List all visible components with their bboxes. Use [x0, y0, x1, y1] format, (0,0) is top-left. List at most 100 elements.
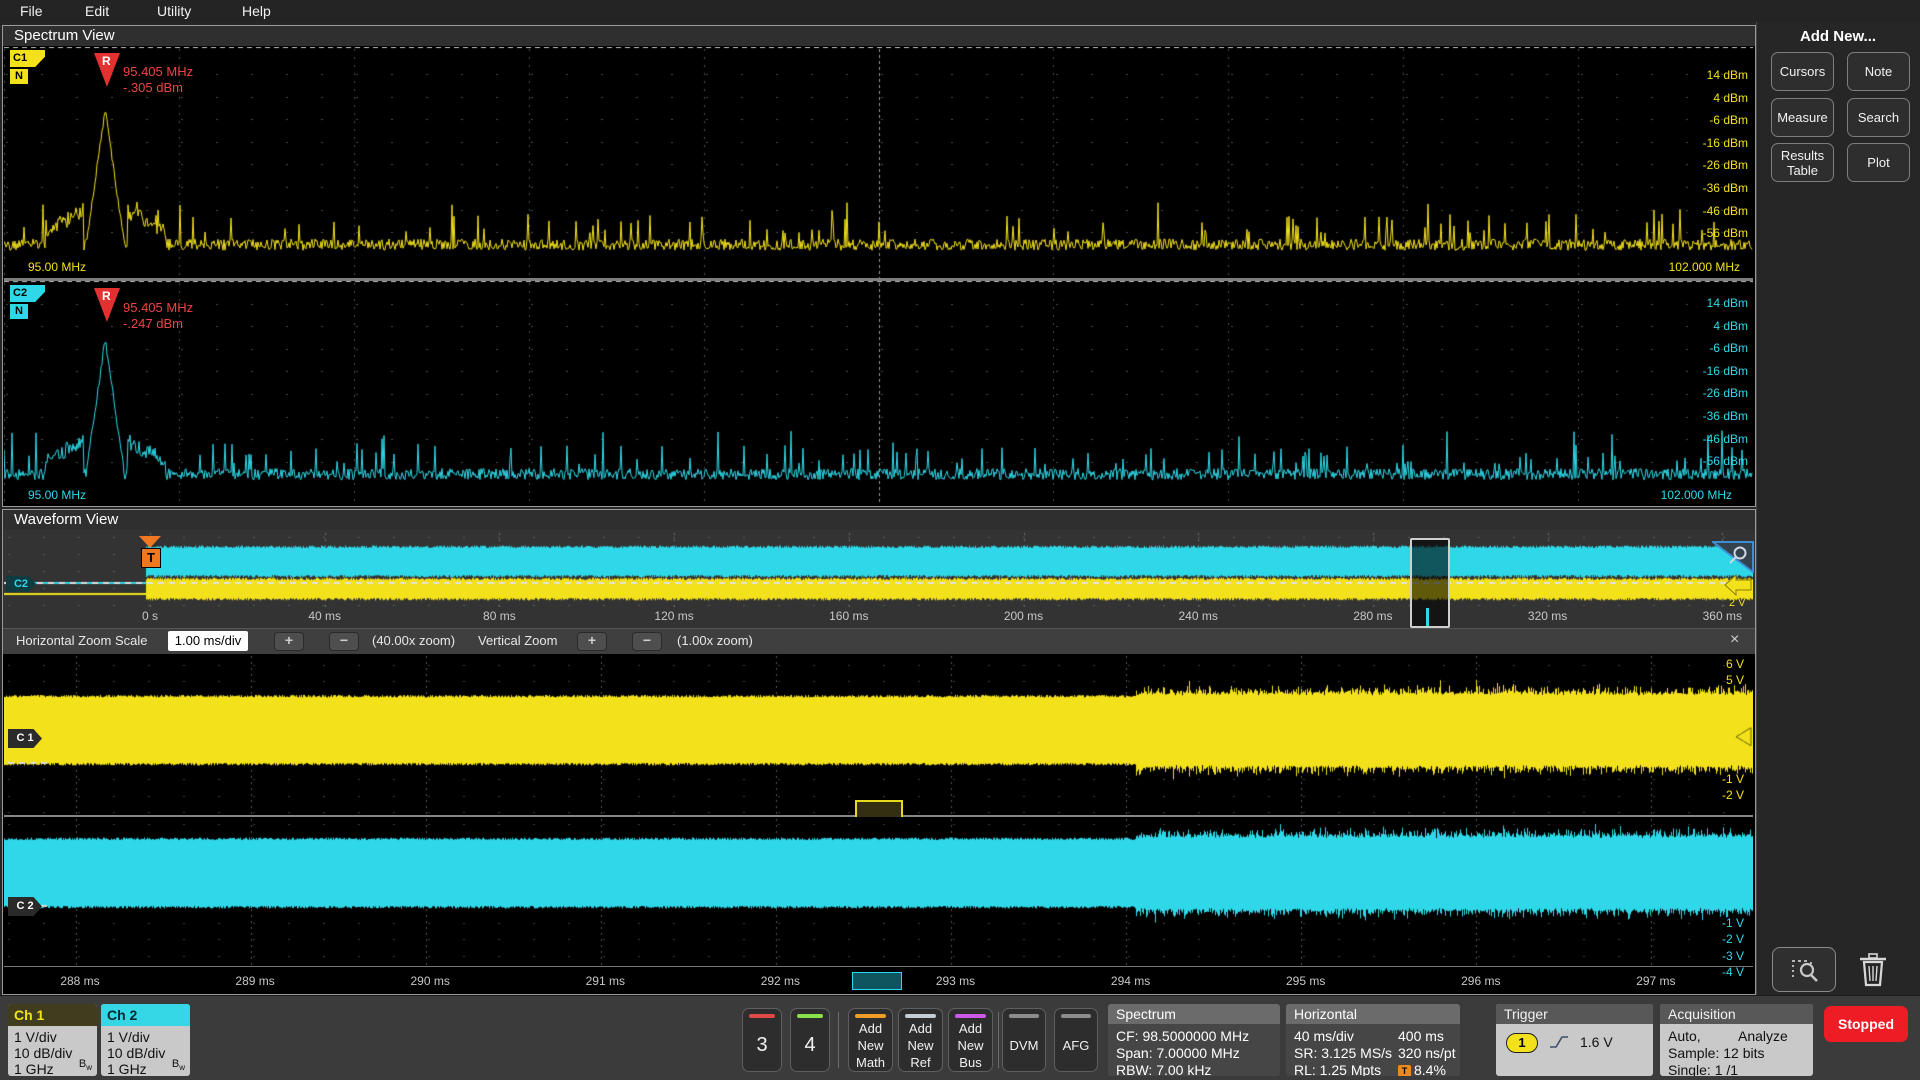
h-zoom-scale-input[interactable]: 1.00 ms/div	[168, 631, 248, 651]
overview-zoom-icon[interactable]	[1712, 541, 1754, 578]
afg-button[interactable]: AFG	[1054, 1008, 1098, 1072]
trigger-position-icon[interactable]	[139, 536, 161, 548]
ch1-volt-axis-label: 5 V	[1726, 673, 1744, 687]
horizontal-duration: 400 ms	[1398, 1028, 1444, 1045]
button-label: Add New Bus	[949, 1021, 992, 1069]
horizontal-scale: 40 ms/div	[1294, 1028, 1354, 1045]
menu-file[interactable]: File	[20, 0, 43, 22]
add-new-bus-button[interactable]: Add New Bus	[948, 1008, 993, 1072]
waveform-view-title: Waveform View	[14, 511, 118, 528]
spectrum-ch1-n-badge[interactable]: N	[10, 69, 28, 84]
ch2-db-axis-label: -16 dBm	[1703, 364, 1748, 378]
zoom-time-label: 294 ms	[1099, 974, 1163, 988]
horizontal-settings-box[interactable]: Horizontal 40 ms/div 400 ms SR: 3.125 MS…	[1286, 1004, 1460, 1076]
plot-button[interactable]: Plot	[1847, 143, 1910, 182]
overview-time-label: 160 ms	[817, 609, 881, 623]
spectrum-ch1-reference-marker[interactable]: R	[94, 53, 120, 89]
add-new-ref-button[interactable]: Add New Ref	[898, 1008, 943, 1072]
overview-time-label: 280 ms	[1341, 609, 1405, 623]
h-zoom-in-button[interactable]: +	[274, 632, 304, 651]
marker-level-readout: -.247 dBm	[123, 316, 183, 331]
spectrum-view-title: Spectrum View	[14, 27, 115, 44]
trash-icon[interactable]	[1856, 950, 1894, 990]
zoom-time-label: 291 ms	[573, 974, 637, 988]
trigger-flag[interactable]: T	[141, 548, 161, 568]
button-color-stripe	[855, 1014, 886, 1018]
dvm-button[interactable]: DVM	[1002, 1008, 1046, 1072]
ch2-scale: 1 V/div	[107, 1029, 150, 1045]
spectrum-plot-ch2[interactable]	[4, 281, 1753, 505]
spectrum-ch2-n-badge[interactable]: N	[10, 304, 28, 319]
trigger-box-title: Trigger	[1496, 1004, 1653, 1024]
overview-time-label: 240 ms	[1166, 609, 1230, 623]
zoom-window-box[interactable]	[1410, 538, 1450, 628]
cursors-button[interactable]: Cursors	[1771, 52, 1834, 91]
ch1-volt-axis-label: 6 V	[1726, 657, 1744, 671]
button-label: 3	[743, 1021, 781, 1069]
zoom-waveform-ch1[interactable]	[4, 654, 1753, 815]
v-zoom-label: Vertical Zoom	[478, 633, 557, 648]
ch1-db-axis-label: -46 dBm	[1703, 204, 1748, 218]
spectrum-settings-box[interactable]: Spectrum CF: 98.5000000 MHz Span: 7.0000…	[1108, 1004, 1280, 1076]
v-zoom-out-button[interactable]: −	[632, 632, 662, 651]
overview-time-label: 320 ms	[1516, 609, 1580, 623]
ch1-settings-badge[interactable]: Ch 1 1 V/div 10 dB/div 1 GHz Bw	[8, 1004, 97, 1076]
button-color-stripe	[797, 1014, 823, 1018]
h-zoom-out-button[interactable]: −	[329, 632, 359, 651]
add-new-math-button[interactable]: Add New Math	[848, 1008, 893, 1072]
zoom-window-tick	[1426, 608, 1429, 626]
ch2-db-scale: 10 dB/div	[107, 1045, 165, 1061]
ch1-volt-axis-label: 2 V	[1726, 723, 1744, 737]
results-table-button[interactable]: Results Table	[1771, 143, 1834, 182]
menu-edit[interactable]: Edit	[85, 0, 109, 22]
ch1-db-axis-label: -6 dBm	[1709, 113, 1748, 127]
trigger-settings-box[interactable]: Trigger 1 1.6 V	[1496, 1004, 1653, 1076]
ch1-scale: 1 V/div	[14, 1029, 57, 1045]
menu-utility[interactable]: Utility	[157, 0, 191, 22]
waveform-overview[interactable]	[4, 531, 1753, 607]
spectrum-rbw: RBW: 7.00 kHz	[1116, 1062, 1211, 1076]
zoom-time-label: 296 ms	[1449, 974, 1513, 988]
ch1-bandwidth: 1 GHz	[14, 1061, 54, 1076]
button-color-stripe	[905, 1014, 936, 1018]
ch1-db-axis-label: -26 dBm	[1703, 158, 1748, 172]
spectrum-ch2-reference-marker[interactable]: R	[94, 288, 120, 324]
ch1-name: Ch 1	[8, 1004, 97, 1026]
zoom-time-label: 290 ms	[398, 974, 462, 988]
zoom-scale-bar	[3, 628, 1755, 654]
zoom-search-button[interactable]	[1772, 947, 1836, 992]
zoom-waveform-ch2[interactable]	[4, 817, 1753, 967]
measure-button[interactable]: Measure	[1771, 98, 1834, 137]
acquisition-settings-box[interactable]: Acquisition Auto, Analyze Sample: 12 bit…	[1660, 1004, 1813, 1076]
channel-3-button[interactable]: 3	[742, 1008, 782, 1072]
ch1-db-axis-label: -56 dBm	[1703, 226, 1748, 240]
horizontal-trigger-pos: T8.4%	[1398, 1062, 1446, 1076]
ch1-volt-axis-label: 1 V	[1726, 739, 1744, 753]
ch1-db-axis-label: -16 dBm	[1703, 136, 1748, 150]
zoom-bar-close-icon[interactable]: ×	[1730, 631, 1739, 649]
spectrum-plot-ch1[interactable]	[4, 47, 1753, 278]
menu-bar	[0, 0, 1920, 22]
stopped-status-button[interactable]: Stopped	[1824, 1006, 1908, 1042]
button-color-stripe	[749, 1014, 775, 1018]
waveform-view-titlebar	[3, 510, 1755, 530]
menu-help[interactable]: Help	[242, 0, 271, 22]
ch1-volt-axis-label: -2 V	[1722, 788, 1744, 802]
channel-4-button[interactable]: 4	[790, 1008, 830, 1072]
ch2-db-axis-label: 4 dBm	[1713, 319, 1748, 333]
search-button[interactable]: Search	[1847, 98, 1910, 137]
v-zoom-in-button[interactable]: +	[577, 632, 607, 651]
ch2-volt-axis-label: -1 V	[1722, 916, 1744, 930]
spectrum-cf: CF: 98.5000000 MHz	[1116, 1028, 1249, 1045]
note-button[interactable]: Note	[1847, 52, 1910, 91]
ch2-volt-axis-label: -4 V	[1722, 965, 1744, 979]
overview-level-label: 2 V	[1729, 597, 1746, 609]
oscilloscope-screen: Spectrum View C1 N R 95.405 MHz -.305 dB…	[0, 0, 1920, 1080]
ch1-volt-axis-label: 0 V	[1726, 755, 1744, 769]
ch2-bw-limit: Bw	[172, 1058, 185, 1072]
ruler-position-indicator[interactable]	[852, 972, 902, 990]
zoom-time-label: 288 ms	[48, 974, 112, 988]
ch2-settings-badge[interactable]: Ch 2 1 V/div 10 dB/div 1 GHz Bw	[101, 1004, 190, 1076]
ch2-bandwidth: 1 GHz	[107, 1061, 147, 1076]
ch2-db-axis-label: -26 dBm	[1703, 386, 1748, 400]
